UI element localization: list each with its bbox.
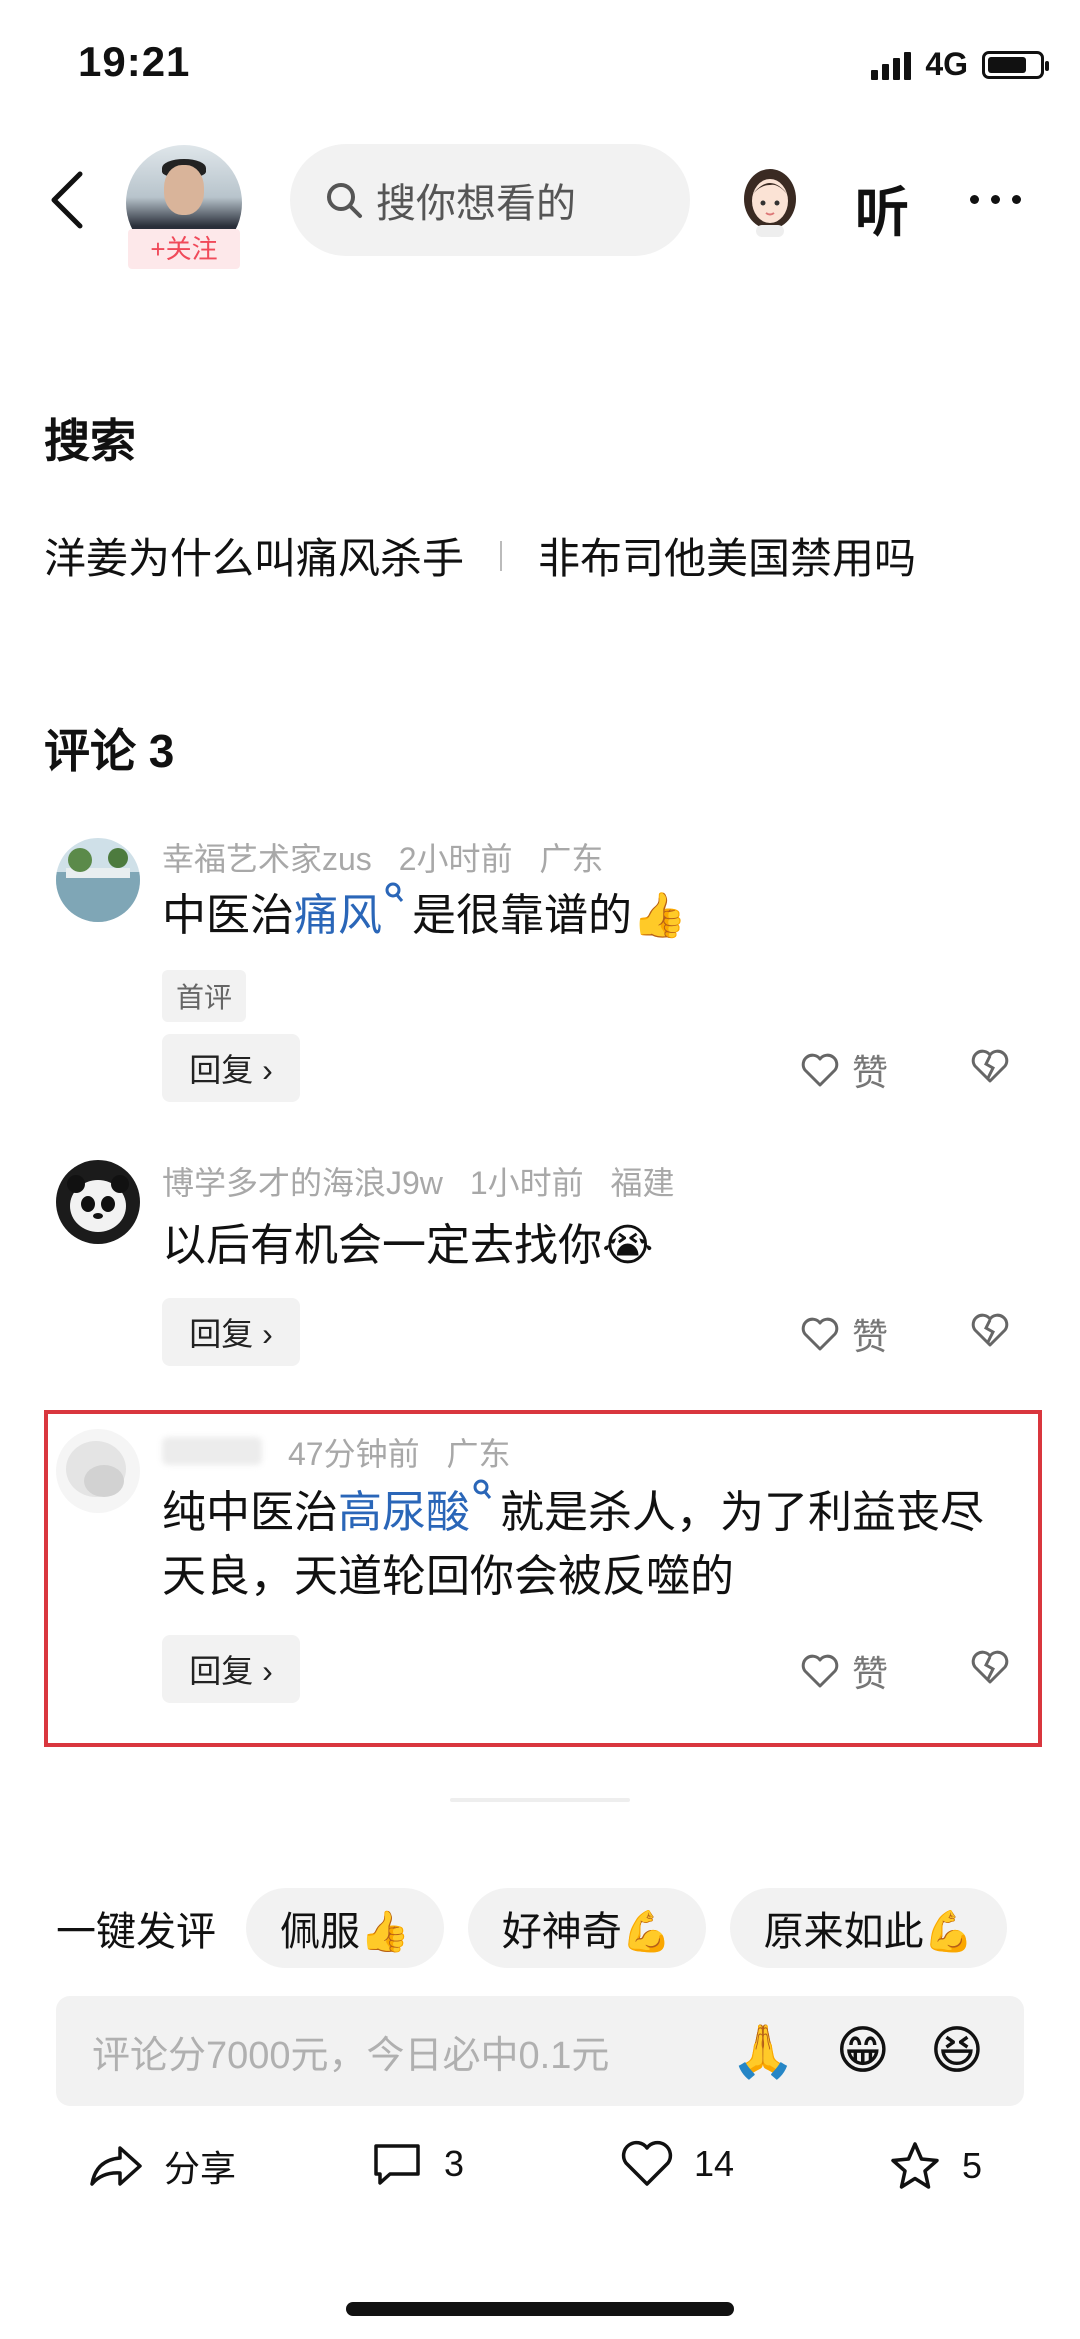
like-count: 14 [694, 2143, 735, 2184]
share-label: 分享 [164, 2148, 237, 2189]
divider [500, 540, 503, 571]
favorite-count: 5 [962, 2145, 983, 2186]
network-type: 4G [925, 46, 968, 82]
related-search-link[interactable]: 非布司他美国禁用吗 [538, 525, 916, 586]
search-icon [385, 882, 404, 902]
comment-text-part: 纯中医治 [162, 1488, 338, 1537]
comment-text-part: 中医治 [162, 891, 294, 940]
search-icon [327, 183, 362, 218]
search-input[interactable]: 搜你想看的 [290, 144, 690, 256]
like-post-button[interactable]: 14 [620, 2140, 734, 2188]
broken-heart-icon[interactable] [970, 1048, 1010, 1084]
comment-button[interactable]: 3 [370, 2140, 464, 2188]
listen-button[interactable]: 听 [855, 168, 909, 247]
like-button[interactable]: 赞 [800, 1044, 888, 1096]
commenter-avatar[interactable] [56, 838, 140, 922]
keyword-link[interactable]: 痛风 [294, 891, 382, 940]
comment-text: 以后有机会一定去找你😭 [162, 1221, 654, 1270]
home-indicator[interactable] [346, 2302, 734, 2316]
comment-icon [374, 2144, 420, 2185]
keyword-link[interactable]: 高尿酸 [338, 1488, 470, 1537]
emoji-button[interactable]: 🙏 [731, 2021, 796, 2082]
heart-icon [801, 1654, 839, 1688]
commenter-avatar[interactable] [56, 1429, 140, 1513]
quick-comment-row: 一键发评 佩服👍 好神奇💪 原来如此💪 [56, 1888, 1008, 1968]
comment-time: 47分钟前 [288, 1436, 420, 1472]
comment-input-placeholder: 评论分7000元，今日必中0.1元 [92, 2034, 610, 2077]
commenter-name[interactable]: 幸福艺术家zus [162, 841, 372, 877]
scroll-indicator [450, 1798, 630, 1802]
status-icons: 4G [871, 46, 1049, 83]
quick-comment-label: 一键发评 [56, 1910, 216, 1954]
heart-icon [621, 2140, 673, 2186]
emoji-button[interactable]: 😁 [836, 2021, 890, 2081]
comment-text: 中医治痛风 是很靠谱的👍 [162, 882, 1022, 948]
broken-heart-icon[interactable] [970, 1312, 1010, 1348]
broken-heart-icon[interactable] [970, 1649, 1010, 1685]
commenter-name[interactable]: 博学多才的海浪J9w [162, 1165, 443, 1201]
anchor-avatar-icon[interactable] [738, 165, 802, 237]
search-icon [473, 1479, 492, 1499]
comment-text-part: 是很靠谱的👍 [412, 891, 687, 940]
reply-button[interactable]: 回复 › [162, 1298, 300, 1366]
comment-location: 广东 [446, 1436, 511, 1472]
comment-meta: 幸福艺术家zus 2小时前 广东 [162, 834, 603, 880]
emoji-button[interactable]: 😆 [930, 2021, 984, 2081]
related-search-link[interactable]: 洋姜为什么叫痛风杀手 [44, 525, 464, 586]
more-dots-icon[interactable] [970, 195, 1021, 204]
like-button[interactable]: 赞 [800, 1645, 888, 1697]
heart-icon [801, 1317, 839, 1351]
reply-button[interactable]: 回复 › [162, 1635, 300, 1703]
reply-button[interactable]: 回复 › [162, 1034, 300, 1102]
comment-time: 1小时前 [469, 1165, 584, 1201]
signal-icon [871, 50, 912, 80]
comment-location: 福建 [610, 1165, 675, 1201]
first-comment-tag: 首评 [162, 970, 247, 1022]
heart-icon [801, 1053, 839, 1087]
comment-text: 纯中医治高尿酸 就是杀人，为了利益丧尽天良，天道轮回你会被反噬的 [162, 1479, 1012, 1609]
related-searches: 洋姜为什么叫痛风杀手 非布司他美国禁用吗 [44, 525, 916, 586]
comment-location: 广东 [539, 841, 604, 877]
status-time: 19:21 [78, 38, 191, 85]
favorite-button[interactable]: 5 [888, 2140, 982, 2192]
share-icon [90, 2146, 142, 2186]
like-label: 赞 [852, 1316, 889, 1357]
like-label: 赞 [852, 1052, 889, 1093]
chevron-left-icon[interactable] [48, 170, 88, 230]
battery-icon [982, 50, 1049, 79]
commenter-avatar[interactable] [56, 1160, 140, 1244]
quick-comment-chip[interactable]: 原来如此💪 [729, 1888, 1008, 1968]
comment-input[interactable]: 评论分7000元，今日必中0.1元 🙏 😁 😆 [56, 1996, 1024, 2106]
comment-count: 3 [444, 2143, 465, 2184]
comment-meta: 博学多才的海浪J9w 1小时前 福建 [162, 1158, 675, 1204]
follow-button[interactable]: +关注 [128, 229, 240, 269]
comment-time: 2小时前 [398, 841, 513, 877]
star-icon [891, 2142, 939, 2189]
like-label: 赞 [852, 1653, 889, 1694]
commenter-name-redacted [162, 1437, 262, 1465]
comment-meta: 47分钟前 广东 [288, 1429, 511, 1475]
comments-section-title: 评论 3 [44, 725, 175, 777]
search-section-title: 搜索 [44, 415, 136, 467]
like-button[interactable]: 赞 [800, 1308, 888, 1360]
search-placeholder: 搜你想看的 [376, 182, 576, 226]
author-avatar[interactable]: +关注 [126, 145, 242, 269]
share-button[interactable]: 分享 [88, 2140, 236, 2192]
quick-comment-chip[interactable]: 佩服👍 [246, 1888, 444, 1968]
quick-comment-chip[interactable]: 好神奇💪 [467, 1888, 706, 1968]
